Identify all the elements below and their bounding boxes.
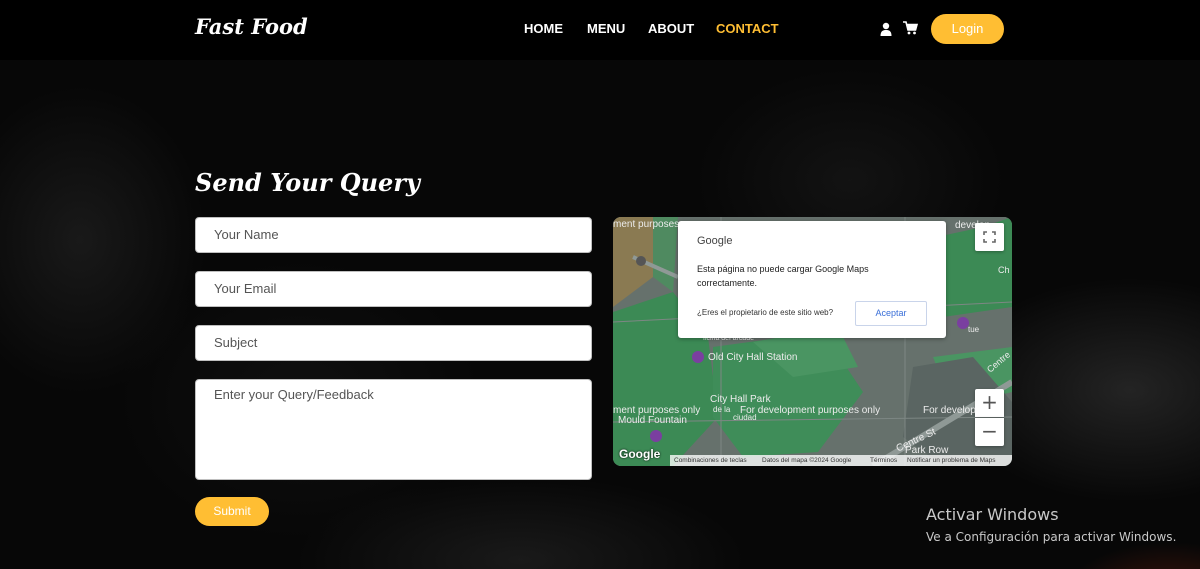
zoom-out-button[interactable]: − (975, 418, 1004, 446)
map-label-dev-mid: For development purposes only (740, 405, 881, 416)
nav-menu[interactable]: MENU (587, 21, 625, 36)
navbar: Fast Food HOME MENU ABOUT CONTACT Login (0, 0, 1200, 60)
maps-error-message: Esta página no puede cargar Google Maps … (697, 264, 869, 288)
zoom-in-button[interactable]: + (975, 389, 1004, 417)
watermark-subtitle: Ve a Configuración para activar Windows. (926, 530, 1177, 544)
nav-about[interactable]: ABOUT (648, 21, 694, 36)
subject-input[interactable]: Subject (195, 325, 592, 361)
login-button[interactable]: Login (931, 14, 1004, 44)
map-label-park: City Hall Park (710, 394, 771, 405)
email-input[interactable]: Your Email (195, 271, 592, 307)
map-label-fountain: Mould Fountain (618, 415, 687, 426)
windows-activation-watermark: Activar Windows Ve a Configuración para … (926, 505, 1176, 544)
watermark-title: Activar Windows (926, 505, 1059, 524)
fullscreen-icon (983, 231, 996, 243)
map-label-dev-top-left: ment purposes (613, 219, 680, 230)
google-map[interactable]: ment purposes develop Ch tue Centre fici… (613, 217, 1012, 466)
map-footer: Combinaciones de teclas Datos del mapa ©… (670, 455, 1012, 466)
map-label-ciudad: ciudad (733, 413, 757, 422)
map-label-de-la: de la (713, 405, 731, 414)
map-label-tue: tue (968, 325, 980, 334)
smoke-background (0, 60, 1200, 569)
message-textarea[interactable]: Enter your Query/Feedback (195, 379, 592, 480)
map-label-station: Old City Hall Station (708, 352, 798, 363)
report-problem-link[interactable]: Notificar un problema de Maps (907, 455, 996, 466)
nav-contact[interactable]: CONTACT (716, 21, 779, 36)
google-watermark: Google (619, 447, 661, 461)
map-label-ch: Ch (998, 265, 1010, 275)
owner-question: ¿Eres el propietario de este sitio web? (697, 308, 834, 317)
keyboard-shortcuts-link[interactable]: Combinaciones de teclas (674, 455, 747, 466)
nav-home[interactable]: HOME (524, 21, 563, 36)
user-icon[interactable] (880, 22, 892, 36)
map-label-dev-right: For develop (923, 405, 976, 416)
google-logo: Google (697, 235, 733, 247)
fullscreen-button[interactable] (975, 223, 1004, 251)
maps-error-dialog: Google Esta página no puede cargar Googl… (678, 221, 946, 338)
form-heading: Send Your Query (195, 168, 420, 197)
terms-link[interactable]: Términos (870, 455, 897, 466)
submit-button[interactable]: Submit (195, 497, 269, 526)
name-input[interactable]: Your Name (195, 217, 592, 253)
brand-logo[interactable]: Fast Food (195, 14, 308, 39)
cart-icon[interactable] (903, 21, 918, 35)
accept-button[interactable]: Aceptar (855, 301, 927, 326)
map-data-credit: Datos del mapa ©2024 Google (762, 457, 852, 464)
